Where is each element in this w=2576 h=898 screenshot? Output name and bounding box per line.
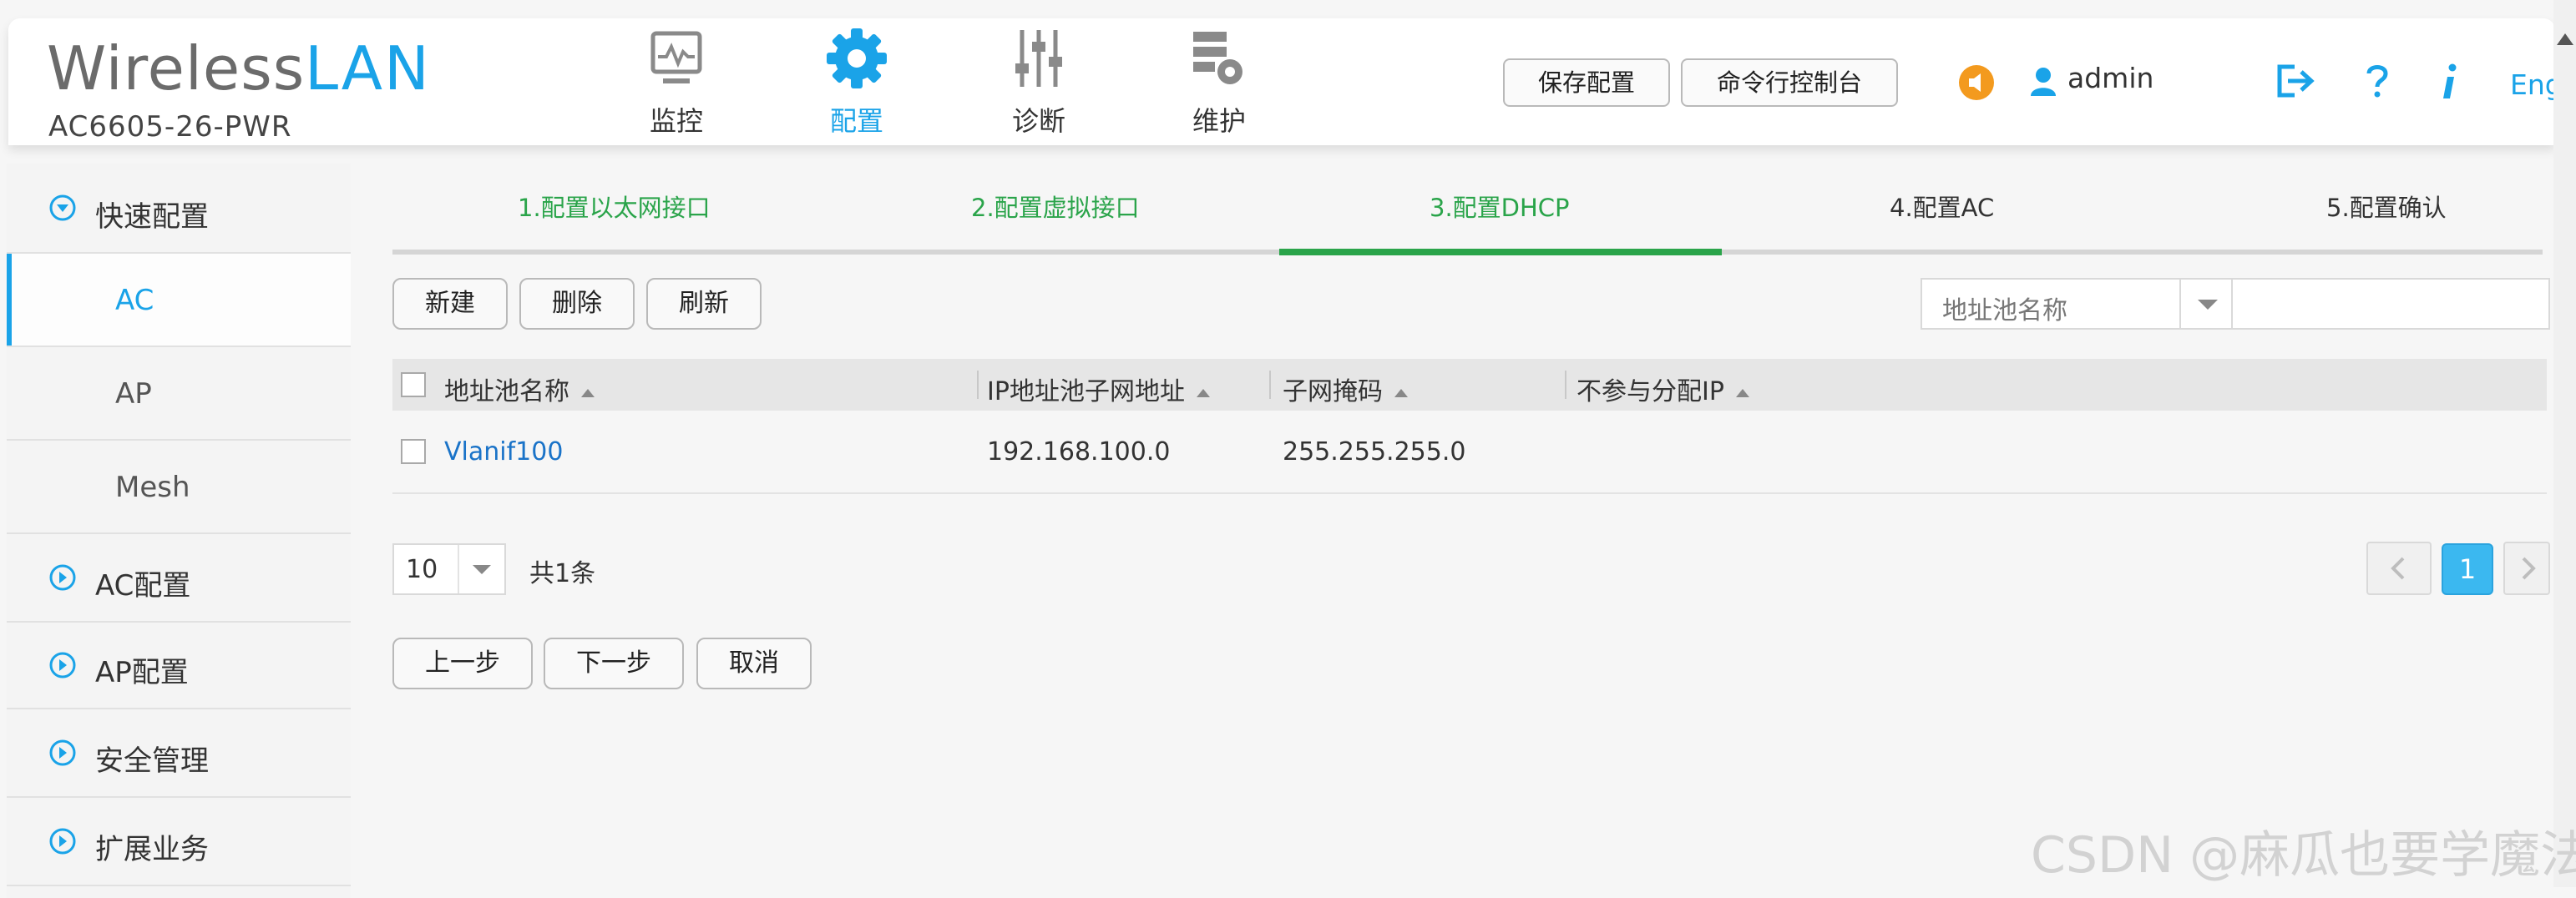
top-header: Wireless LAN AC6605-26-PWR 监控 配置 诊断 维护 保… <box>8 18 2563 145</box>
nav-diagnose[interactable]: 诊断 <box>980 27 1097 139</box>
sidebar-item-ap[interactable]: AP <box>7 347 351 441</box>
collapsed-circle-icon <box>49 564 76 591</box>
column-header-excluded-ip[interactable]: 不参与分配IP <box>1576 371 1749 407</box>
sidebar-label: Mesh <box>115 471 190 504</box>
gear-icon <box>827 28 887 88</box>
column-header-pool-name[interactable]: 地址池名称 <box>444 371 595 407</box>
column-divider <box>977 371 979 399</box>
sidebar-label: 扩展业务 <box>95 833 209 866</box>
step-5: 5.配置确认 <box>2326 194 2447 222</box>
server-gear-icon <box>1193 32 1242 84</box>
next-page-button[interactable] <box>2503 542 2550 595</box>
mask-cell: 255.255.255.0 <box>1283 437 1466 467</box>
pool-name-link[interactable]: Vlanif100 <box>444 437 563 467</box>
column-divider <box>1565 371 1566 399</box>
help-icon[interactable] <box>2365 63 2390 98</box>
nav-config[interactable]: 配置 <box>798 27 915 139</box>
total-count: 共1条 <box>529 559 596 588</box>
sidebar-item-security[interactable]: 安全管理 <box>7 709 351 798</box>
brand-wireless: Wireless <box>47 33 306 103</box>
collapsed-circle-icon <box>49 828 76 855</box>
cancel-button[interactable]: 取消 <box>696 638 812 689</box>
column-divider <box>1269 371 1271 399</box>
step-active-indicator <box>1279 249 1722 255</box>
chevron-left-icon <box>2391 557 2405 580</box>
sort-asc-icon <box>1735 388 1749 397</box>
search-input[interactable] <box>2233 278 2550 330</box>
sort-asc-icon <box>581 388 595 397</box>
sidebar-item-ap-config[interactable]: AP配置 <box>7 623 351 709</box>
nav-config-label: 配置 <box>829 105 883 137</box>
chevron-right-icon <box>2522 557 2536 580</box>
sort-asc-icon <box>1394 388 1408 397</box>
delete-button[interactable]: 删除 <box>519 278 635 330</box>
select-all-checkbox[interactable] <box>401 372 426 397</box>
step-1: 1.配置以太网接口 <box>518 194 711 222</box>
prev-step-button[interactable]: 上一步 <box>392 638 533 689</box>
step-3: 3.配置DHCP <box>1430 194 1570 222</box>
prev-page-button[interactable] <box>2366 542 2432 595</box>
sidebar-label: AC配置 <box>95 569 191 603</box>
speaker-icon[interactable] <box>1959 65 1994 100</box>
table-header: 地址池名称 IP地址池子网地址 子网掩码 不参与分配IP <box>392 359 2547 411</box>
sidebar-item-quick-config[interactable]: 快速配置 <box>7 164 351 254</box>
sidebar-label: AP <box>115 377 152 411</box>
nav-maintain[interactable]: 维护 <box>1161 27 1278 139</box>
sidebar-item-ac-config[interactable]: AC配置 <box>7 534 351 623</box>
row-checkbox[interactable] <box>401 439 426 464</box>
new-button[interactable]: 新建 <box>392 278 508 330</box>
nav-maintain-label: 维护 <box>1192 105 1246 137</box>
search-field-select[interactable]: 地址池名称 <box>1921 278 2233 330</box>
sidebar-label: AP配置 <box>95 656 189 689</box>
sidebar-item-extension[interactable]: 扩展业务 <box>7 798 351 886</box>
watermark: CSDN @麻瓜也要学魔法 <box>2031 826 2576 885</box>
sort-asc-icon <box>1196 388 1210 397</box>
sidebar-label: 安全管理 <box>95 744 209 778</box>
info-icon[interactable] <box>2440 63 2460 100</box>
next-step-button[interactable]: 下一步 <box>544 638 684 689</box>
device-model: AC6605-26-PWR <box>48 110 292 144</box>
column-header-subnet[interactable]: IP地址池子网地址 <box>987 371 1210 407</box>
expand-circle-icon <box>49 194 76 221</box>
monitor-icon <box>650 31 702 83</box>
collapsed-circle-icon <box>49 652 76 679</box>
table-row[interactable]: Vlanif100 192.168.100.0 255.255.255.0 <box>392 412 2547 494</box>
page-size-select[interactable]: 10 <box>392 543 506 595</box>
nav-diagnose-label: 诊断 <box>1011 105 1065 137</box>
page-size-value: 10 <box>406 555 438 584</box>
search-field-label: 地址池名称 <box>1942 296 2067 325</box>
user-icon <box>2031 68 2056 96</box>
chevron-down-icon <box>473 565 491 574</box>
page-scrollbar[interactable] <box>2553 0 2576 887</box>
step-2: 2.配置虚拟接口 <box>971 194 1140 222</box>
sidebar-label: AC <box>115 284 154 317</box>
sidebar: 快速配置 AC AP Mesh AC配置 AP配置 安全管理 扩展业务 <box>7 164 351 898</box>
logout-icon[interactable] <box>2276 63 2316 98</box>
sidebar-item-ac[interactable]: AC <box>7 254 351 347</box>
select-divider <box>458 545 459 593</box>
nav-monitor[interactable]: 监控 <box>618 27 735 139</box>
page-1-button[interactable]: 1 <box>2442 543 2493 595</box>
sidebar-label: 快速配置 <box>95 200 209 234</box>
brand-lan: LAN <box>305 33 431 103</box>
nav-monitor-label: 监控 <box>649 105 703 137</box>
chevron-down-icon <box>2198 300 2218 310</box>
select-divider <box>2179 280 2181 328</box>
collapsed-circle-icon <box>49 739 76 766</box>
scroll-up-arrow-icon[interactable] <box>2557 33 2573 45</box>
refresh-button[interactable]: 刷新 <box>646 278 762 330</box>
sliders-icon <box>1015 30 1062 87</box>
sidebar-item-mesh[interactable]: Mesh <box>7 441 351 534</box>
save-config-button[interactable]: 保存配置 <box>1503 58 1670 107</box>
subnet-cell: 192.168.100.0 <box>987 437 1171 467</box>
column-header-mask[interactable]: 子网掩码 <box>1283 371 1408 407</box>
step-4: 4.配置AC <box>1890 194 1995 222</box>
cli-console-button[interactable]: 命令行控制台 <box>1681 58 1898 107</box>
user-name[interactable]: admin <box>2067 62 2153 94</box>
